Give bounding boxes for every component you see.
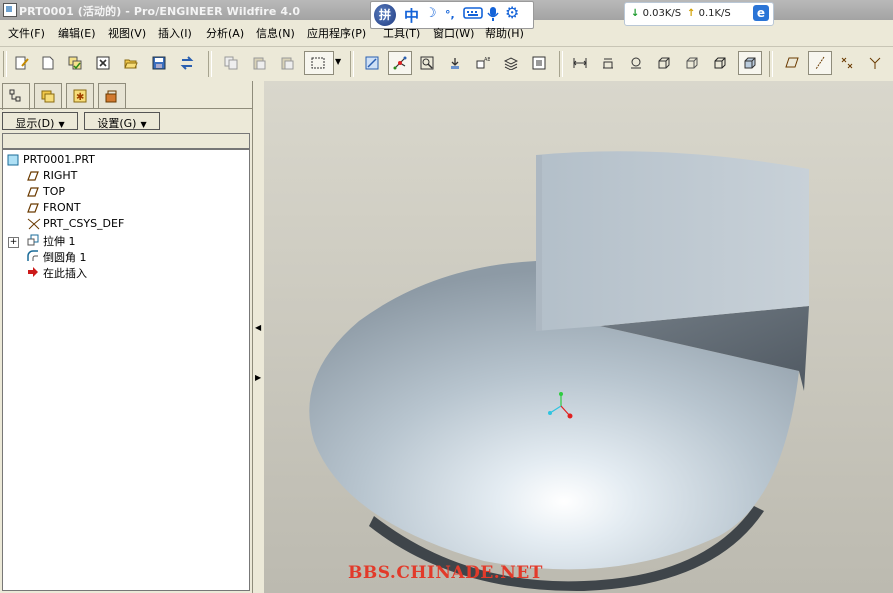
menu-view[interactable]: 视图(V) [108,25,146,41]
hidden-line-button[interactable] [681,52,703,74]
menu-bar: 文件(F) 编辑(E) 视图(V) 插入(I) 分析(A) 信息(N) 应用程序… [0,22,893,42]
toolbar-separator [208,51,212,77]
svg-text:✱: ✱ [76,92,84,103]
menu-tools[interactable]: 工具(T) [383,25,420,41]
coordinate-system-icon [27,218,41,230]
paste-special-button[interactable] [276,52,298,74]
svg-text:AB: AB [484,57,490,63]
extrude-icon [27,234,39,246]
menu-info[interactable]: 信息(N) [256,25,295,41]
chevron-down-icon: ▼ [335,57,342,66]
menu-help[interactable]: 帮助(H) [485,25,524,41]
coordinate-systems-toggle[interactable] [864,52,886,74]
main-toolbar: ▼ AB [0,46,893,82]
toolbar-grip [3,51,7,77]
datum-points-toggle[interactable] [836,52,858,74]
toolbar-separator [559,51,563,77]
model-back-wall[interactable] [536,151,809,331]
datum-plane-icon [27,202,39,214]
toolbar-separator [350,51,354,77]
menu-analysis[interactable]: 分析(A) [206,25,244,41]
selection-dropdown-button[interactable]: ▼ [333,52,345,74]
tab-model-tree[interactable] [2,83,30,110]
datum-plane-icon [27,170,39,182]
shading-button[interactable] [738,51,762,75]
model-tree: PRT0001.PRT RIGHT TOP FRONT PRT_CSYS_DEF… [2,149,250,591]
selection-filter-button[interactable] [304,51,334,75]
orient-front-button[interactable] [569,52,591,74]
app-icon [3,3,17,17]
expand-right-icon[interactable]: ▶ [255,373,261,382]
upload-speed: ↑ 0.1K/S [687,8,731,19]
zoom-out-button[interactable] [444,52,466,74]
menu-file[interactable]: 文件(F) [8,25,45,41]
refit-button[interactable]: AB [472,52,494,74]
redraw-button[interactable] [361,52,383,74]
datum-axes-toggle[interactable] [808,51,832,75]
menu-applications[interactable]: 应用程序(P) [307,25,366,41]
copy-button[interactable] [220,52,242,74]
round-icon [27,250,39,262]
datum-plane-icon [27,186,39,198]
regenerate-button[interactable] [176,52,198,74]
layers-button[interactable] [500,52,522,74]
menu-edit[interactable]: 编辑(E) [58,25,96,41]
expand-extrude-toggle[interactable]: + [8,237,19,248]
menu-window[interactable]: 窗口(W) [433,25,474,41]
settings-dropdown[interactable]: 设置(G) [84,112,160,130]
save-button[interactable] [148,52,170,74]
tab-divider [0,108,252,109]
zoom-in-button[interactable] [416,52,438,74]
new-sketch-button[interactable] [11,52,33,74]
orient-saved-button[interactable] [625,52,647,74]
show-dropdown[interactable]: 显示(D) [2,112,78,130]
graphics-window[interactable] [264,81,893,593]
tab-connections[interactable] [98,83,126,108]
tab-folder-browser[interactable] [34,83,62,108]
orient-top-button[interactable] [597,52,619,74]
tab-favorites[interactable]: ✱ [66,83,94,108]
watermark: BBS.CHINADE.NET [348,563,543,583]
punctuation-icon[interactable]: °, [445,8,455,21]
menu-insert[interactable]: 插入(I) [158,25,192,41]
no-hidden-button[interactable] [709,52,731,74]
toolbar-separator [769,51,773,77]
spin-center-button[interactable] [388,51,412,75]
wireframe-button[interactable] [653,52,675,74]
browser-icon[interactable]: e [753,5,769,21]
tree-filter-strip [2,133,250,149]
open-session-button[interactable] [64,52,86,74]
collapse-left-icon[interactable]: ◀ [255,323,261,332]
insert-here-arrow-icon [27,266,39,278]
part-icon [7,154,19,166]
window-title: PRT0001 (活动的) - Pro/ENGINEER Wildfire 4.… [19,5,301,18]
moon-icon[interactable]: ☽ [425,6,437,21]
3d-model-render[interactable] [264,81,893,593]
close-window-button[interactable] [92,52,114,74]
download-speed: ↓ 0.03K/S [631,8,682,19]
paste-button[interactable] [248,52,270,74]
new-button[interactable] [37,52,59,74]
model-wall-edge [536,155,542,331]
datum-planes-toggle[interactable] [781,52,803,74]
open-folder-button[interactable] [120,52,142,74]
view-manager-button[interactable] [528,52,550,74]
gear-icon[interactable]: ⚙ [505,3,519,22]
navigator-panel: ✱ 显示(D) 设置(G) PRT0001.PRT RIGHT TOP FRON… [0,81,252,593]
